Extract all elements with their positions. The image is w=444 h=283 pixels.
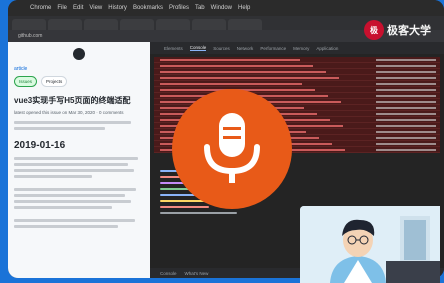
browser-tab[interactable] xyxy=(84,19,118,30)
menu-item-history[interactable]: History xyxy=(108,5,127,11)
menu-item-view[interactable]: View xyxy=(89,5,102,11)
text-line xyxy=(14,206,112,209)
github-logo-icon[interactable] xyxy=(73,48,85,60)
brand-watermark: 极 极客大学 xyxy=(364,20,431,40)
text-line xyxy=(14,169,134,172)
tab-console[interactable]: Console xyxy=(189,45,207,51)
menu-item-bookmarks[interactable]: Bookmarks xyxy=(133,5,163,11)
tab-network[interactable]: Network xyxy=(237,46,254,51)
text-line xyxy=(14,200,131,203)
menu-item-help[interactable]: Help xyxy=(238,5,250,11)
text-line xyxy=(14,188,137,191)
menu-item-window[interactable]: Window xyxy=(211,5,232,11)
tab-memory[interactable]: Memory xyxy=(293,46,309,51)
code-line xyxy=(160,206,209,208)
browser-tab[interactable] xyxy=(12,19,46,30)
menu-item-app[interactable]: Chrome xyxy=(30,5,51,11)
menu-item-edit[interactable]: Edit xyxy=(73,5,83,11)
menu-item-file[interactable]: File xyxy=(57,5,67,11)
browser-tab[interactable] xyxy=(228,19,262,30)
brand-name: 极客大学 xyxy=(387,25,431,37)
tab-sources[interactable]: Sources xyxy=(213,46,230,51)
browser-tab[interactable] xyxy=(48,19,82,30)
tab-performance[interactable]: Performance xyxy=(260,46,286,51)
microphone-button[interactable] xyxy=(172,89,292,209)
issue-title: vue3实现手写H5页面的终端适配 xyxy=(14,96,131,105)
text-line xyxy=(14,194,125,197)
code-line xyxy=(160,194,195,196)
tab-application[interactable]: Application xyxy=(316,46,338,51)
text-line xyxy=(14,163,129,166)
text-line xyxy=(14,157,138,160)
presenter-webcam xyxy=(300,206,440,283)
tab-projects[interactable]: Projects xyxy=(41,76,68,87)
brand-logo: 极 xyxy=(364,20,384,40)
text-line xyxy=(14,225,118,228)
github-issue-page: article Issues Projects vue3实现手写H5页面的终端适… xyxy=(8,42,150,278)
text-line xyxy=(14,219,135,222)
tab-elements[interactable]: Elements xyxy=(164,46,183,51)
repo-link[interactable]: article xyxy=(14,66,144,72)
menu-item-profiles[interactable]: Profiles xyxy=(169,5,189,11)
code-line xyxy=(160,212,237,214)
presenter-illustration xyxy=(300,206,440,283)
microphone-icon xyxy=(204,113,260,183)
browser-tab[interactable] xyxy=(192,19,226,30)
tab-issues[interactable]: Issues xyxy=(14,76,38,87)
repo-tabs: Issues Projects xyxy=(14,76,144,87)
text-line xyxy=(14,175,92,178)
text-line xyxy=(14,127,105,130)
issue-meta: latest opened this issue on Mar 30, 2020… xyxy=(14,110,124,115)
drawer-tab-console[interactable]: Console xyxy=(160,271,177,276)
drawer-tab-whats-new[interactable]: What's New xyxy=(185,271,209,276)
browser-tab[interactable] xyxy=(156,19,190,30)
address-text: github.com xyxy=(18,33,43,39)
issue-date-heading: 2019-01-16 xyxy=(14,140,66,151)
text-line xyxy=(14,121,131,124)
devtools-tab-strip: Elements Console Sources Network Perform… xyxy=(150,42,444,54)
menu-item-tab[interactable]: Tab xyxy=(195,5,205,11)
menu-bar: Chrome File Edit View History Bookmarks … xyxy=(8,0,444,16)
browser-tab[interactable] xyxy=(120,19,154,30)
